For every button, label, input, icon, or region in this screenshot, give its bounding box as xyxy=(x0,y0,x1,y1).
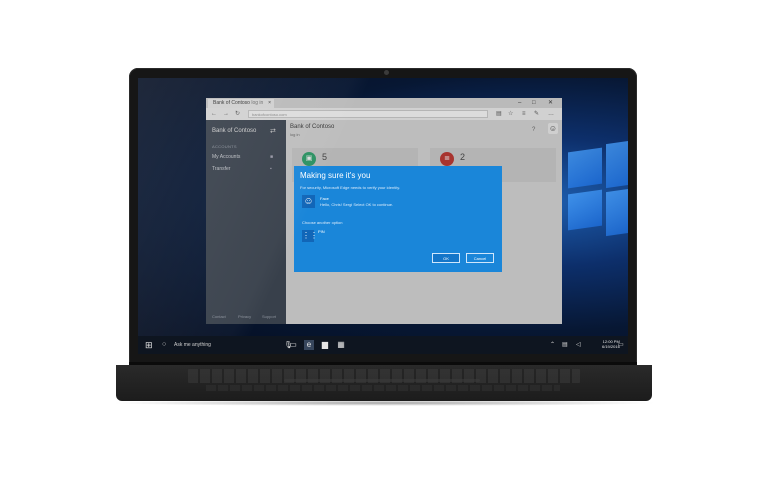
clock[interactable]: 12:00 PM 6/19/2016 xyxy=(602,339,620,349)
pin-keypad-icon[interactable]: ⋮⋮ xyxy=(302,230,318,242)
search-box[interactable]: ○ Ask me anything 🎙 xyxy=(160,338,293,352)
windows-start-icon[interactable]: ⊞ xyxy=(145,340,153,350)
windows-logo-pane xyxy=(606,187,628,237)
keyboard-row xyxy=(206,385,560,391)
choose-another-option-link[interactable]: Choose another option xyxy=(302,220,342,225)
dialog-title: Making sure it's you xyxy=(300,171,371,180)
windows-logo-pane xyxy=(606,139,628,189)
pin-option-label[interactable]: PIN xyxy=(318,229,325,234)
cancel-button[interactable]: Cancel xyxy=(466,253,494,263)
store-icon[interactable]: ▦ xyxy=(336,340,346,350)
network-icon[interactable]: ▤ xyxy=(562,341,568,349)
touchpad-edge xyxy=(284,379,480,382)
volume-icon[interactable]: ◁ xyxy=(576,341,581,349)
face-recognition-icon: ☺ xyxy=(302,195,315,208)
task-view-icon[interactable]: ▭ xyxy=(288,340,298,350)
face-option-description: Hello, Chris! Sergi Select OK to continu… xyxy=(320,202,394,207)
webcam xyxy=(384,70,389,75)
taskbar: ⊞ ○ Ask me anything 🎙 ▭ e ▆ ▦ ⌃ ▤ ◁ ▭ 12… xyxy=(138,336,628,354)
cortana-icon: ○ xyxy=(162,341,167,348)
clock-date: 6/19/2016 xyxy=(602,344,620,349)
windows-logo-pane xyxy=(568,147,602,189)
verify-identity-dialog: Making sure it's you For security, Micro… xyxy=(294,166,502,272)
show-hidden-icons-icon[interactable]: ⌃ xyxy=(550,341,555,349)
search-placeholder: Ask me anything xyxy=(174,342,211,348)
edge-browser-icon[interactable]: e xyxy=(304,340,314,350)
face-option-title: Face xyxy=(320,196,329,201)
dialog-description: For security, Microsoft Edge needs to ve… xyxy=(300,185,401,190)
file-explorer-icon[interactable]: ▆ xyxy=(320,340,330,350)
screen: Bank of Contoso log in × – □ ✕ ← → ↻ ban… xyxy=(138,78,628,354)
windows-logo-pane xyxy=(568,189,602,231)
ok-button[interactable]: OK xyxy=(432,253,460,263)
